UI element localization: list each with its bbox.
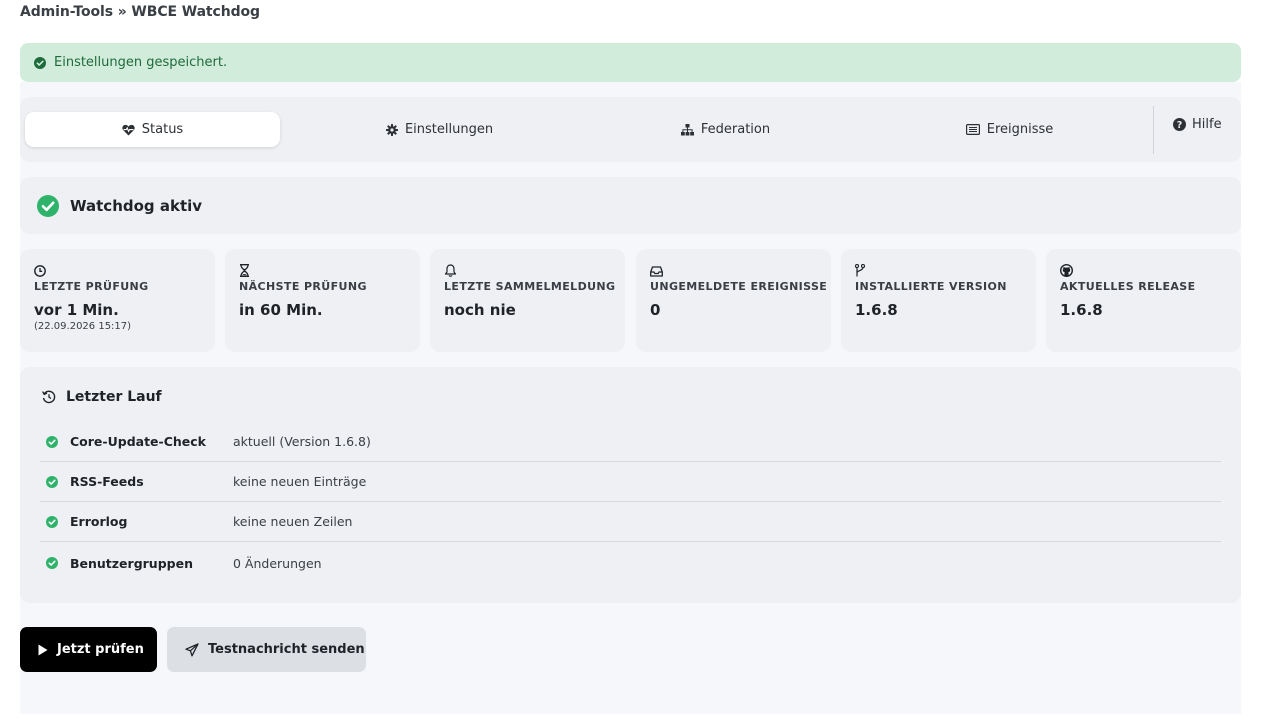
- check-circle-icon: [34, 56, 46, 69]
- card-value: 0: [650, 301, 661, 319]
- clock-icon: [34, 262, 215, 277]
- gear-icon: [385, 123, 398, 136]
- card-next-check: Nächste Prüfung in 60 Min.: [225, 249, 420, 352]
- inbox-icon: [650, 262, 831, 277]
- tab-status[interactable]: Status: [25, 112, 280, 147]
- list-item: Core-Update-Check aktuell (Version 1.6.8…: [40, 422, 1221, 462]
- last-run-panel: Letzter Lauf Core-Update-Check aktuell (…: [20, 367, 1241, 603]
- card-value: 1.6.8: [1060, 301, 1103, 319]
- check-result: keine neuen Zeilen: [233, 514, 353, 529]
- check-name: Errorlog: [70, 514, 128, 529]
- check-circle-icon: [37, 194, 59, 217]
- tab-settings[interactable]: Einstellungen: [312, 112, 567, 147]
- history-icon: [42, 390, 56, 404]
- check-name: Benutzergruppen: [70, 555, 193, 571]
- card-label: Aktuelles Release: [1060, 280, 1196, 293]
- card-value: noch nie: [444, 301, 516, 319]
- card-unreported-events: Ungemeldete Ereignisse 0: [636, 249, 831, 352]
- check-result: aktuell (Version 1.6.8): [233, 434, 371, 449]
- card-subtext: (22.09.2026 15:17): [34, 321, 132, 332]
- check-result: keine neuen Einträge: [233, 474, 367, 489]
- check-name: RSS-Feeds: [70, 474, 144, 489]
- tab-divider: [1153, 106, 1154, 154]
- last-run-header: Letzter Lauf: [42, 389, 162, 405]
- stats-cards: Letzte Prüfung vor 1 Min. (22.09.2026 15…: [20, 249, 1241, 352]
- check-result: 0 Änderungen: [233, 555, 322, 571]
- card-last-summary: Letzte Sammelmeldung noch nie: [430, 249, 625, 352]
- tab-federation[interactable]: Federation: [598, 112, 853, 147]
- card-label: Installierte Version: [855, 280, 1007, 293]
- alert-text: Einstellungen gespeichert.: [54, 55, 228, 70]
- check-circle-icon: [46, 475, 58, 488]
- card-current-release: Aktuelles Release 1.6.8: [1046, 249, 1241, 352]
- list-icon: [965, 124, 980, 135]
- hourglass-icon: [239, 262, 420, 277]
- last-run-title: Letzter Lauf: [66, 389, 162, 405]
- paper-plane-icon: [185, 642, 199, 657]
- tab-label: Ereignisse: [986, 122, 1054, 137]
- card-value: vor 1 Min.: [34, 301, 119, 319]
- list-item: Errorlog keine neuen Zeilen: [40, 502, 1221, 542]
- question-circle-icon: ?: [1173, 117, 1186, 131]
- send-test-message-button[interactable]: Testnachricht senden: [167, 627, 366, 672]
- status-banner: Watchdog aktiv: [20, 177, 1241, 234]
- svg-text:?: ?: [1177, 120, 1183, 131]
- button-label: Testnachricht senden: [208, 642, 365, 657]
- button-label: Jetzt prüfen: [57, 642, 144, 657]
- tab-events[interactable]: Ereignisse: [882, 112, 1137, 147]
- tab-label: Status: [141, 122, 184, 137]
- check-name: Core-Update-Check: [70, 434, 206, 449]
- card-label: Letzte Sammelmeldung: [444, 280, 616, 293]
- tab-label: Federation: [700, 122, 771, 137]
- card-label: Letzte Prüfung: [34, 280, 149, 293]
- code-branch-icon: [854, 262, 1036, 277]
- card-label: Nächste Prüfung: [239, 280, 367, 293]
- card-value: in 60 Min.: [239, 301, 323, 319]
- tab-bar: Status Einstellungen Federation Ereignis…: [20, 97, 1241, 162]
- sitemap-icon: [680, 123, 694, 136]
- check-now-button[interactable]: Jetzt prüfen: [20, 627, 157, 672]
- github-icon: [1059, 262, 1241, 278]
- heartbeat-icon: [122, 124, 135, 136]
- check-circle-icon: [46, 435, 58, 448]
- card-label: Ungemeldete Ereignisse: [650, 280, 828, 293]
- bell-icon: [444, 262, 625, 277]
- check-circle-icon: [46, 557, 58, 569]
- card-last-check: Letzte Prüfung vor 1 Min. (22.09.2026 15…: [20, 249, 215, 352]
- list-item: RSS-Feeds keine neuen Einträge: [40, 462, 1221, 502]
- card-installed-version: Installierte Version 1.6.8: [841, 249, 1036, 352]
- status-title: Watchdog aktiv: [70, 196, 203, 215]
- play-icon: [38, 644, 48, 656]
- success-alert: Einstellungen gespeichert.: [20, 43, 1241, 82]
- help-button[interactable]: ? Hilfe: [1173, 113, 1222, 135]
- card-value: 1.6.8: [855, 301, 898, 319]
- help-label: Hilfe: [1192, 116, 1222, 132]
- list-item: Benutzergruppen 0 Änderungen: [40, 543, 1221, 583]
- breadcrumb: Admin-Tools » WBCE Watchdog: [20, 4, 260, 20]
- check-circle-icon: [46, 515, 58, 528]
- tab-label: Einstellungen: [404, 122, 494, 137]
